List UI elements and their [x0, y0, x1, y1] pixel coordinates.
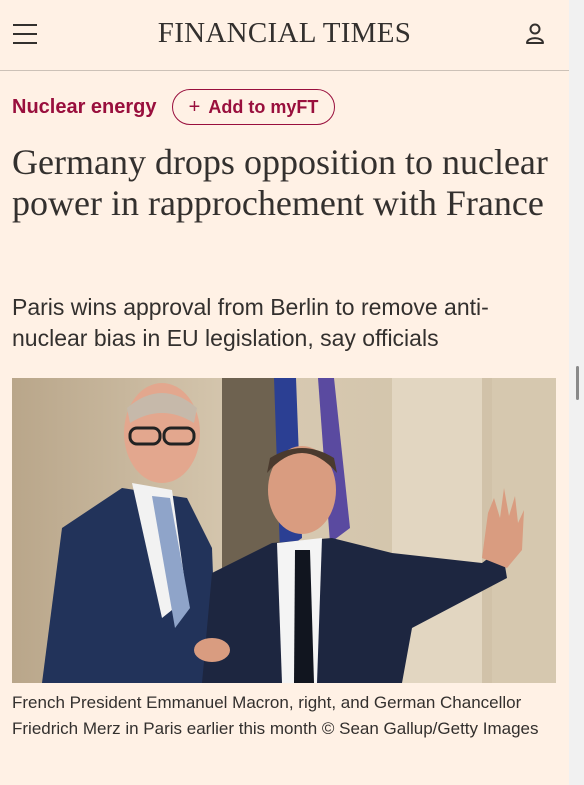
article-standfirst: Paris wins approval from Berlin to remov… — [12, 294, 489, 351]
plus-icon: + — [188, 96, 201, 118]
scrollbar-thumb[interactable] — [576, 366, 579, 400]
add-to-myft-label: Add to myFT — [208, 96, 319, 117]
article-main-image — [12, 378, 556, 683]
image-caption: French President Emmanuel Macron, right,… — [12, 693, 539, 738]
user-account-icon[interactable] — [524, 22, 546, 46]
topic-link[interactable]: Nuclear energy — [12, 96, 157, 119]
ft-logo[interactable]: FINANCIAL TIMES — [0, 17, 569, 50]
site-header: FINANCIAL TIMES — [0, 0, 569, 71]
add-to-myft-button[interactable]: + Add to myFT — [172, 89, 335, 125]
article-page: FINANCIAL TIMES Nuclear energy + Add to … — [0, 0, 569, 785]
article-headline: Germany drops opposition to nuclear powe… — [12, 142, 548, 223]
